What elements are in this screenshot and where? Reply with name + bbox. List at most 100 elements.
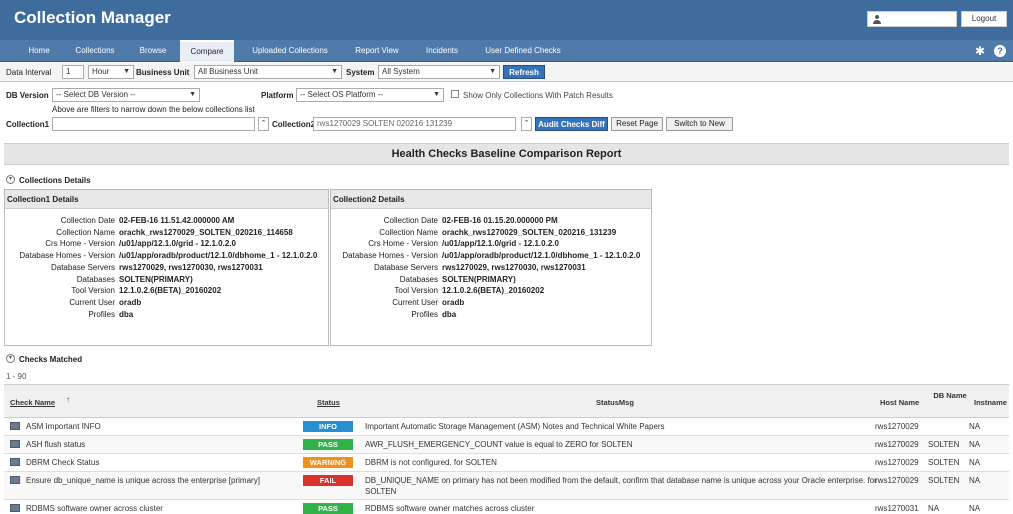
- detail-field-label: Databases: [76, 274, 115, 284]
- column-check-name[interactable]: Check Name: [10, 398, 55, 407]
- check-detail-icon[interactable]: [10, 458, 20, 466]
- app-header: Collection Manager Logout: [0, 0, 1013, 40]
- collection2-label: Collection2: [272, 120, 316, 129]
- help-icon[interactable]: ?: [994, 45, 1006, 57]
- collection2-details-heading: Collection2 Details: [331, 190, 651, 209]
- chevron-down-icon: ▼: [331, 68, 338, 75]
- chevron-down-icon: ▼: [123, 68, 130, 75]
- patch-results-checkbox[interactable]: [451, 90, 459, 98]
- collection1-input[interactable]: [52, 117, 255, 131]
- tab-incidents[interactable]: Incidents: [414, 40, 470, 62]
- table-row[interactable]: DBRM Check Status WARNING DBRM is not conf…: [4, 454, 1009, 472]
- detail-field-label: Tool Version: [394, 286, 438, 296]
- detail-field-label: Profiles: [88, 309, 115, 319]
- collection2-input[interactable]: rws1270029 SOLTEN 020216 131239: [313, 117, 516, 131]
- switch-to-new-button[interactable]: Switch to New: [666, 117, 733, 131]
- reset-page-button[interactable]: Reset Page: [611, 117, 663, 131]
- tab-user-defined-checks[interactable]: User Defined Checks: [476, 40, 570, 62]
- detail-field-value: SOLTEN(PRIMARY): [119, 274, 193, 284]
- check-name: ASM Important INFO: [26, 422, 101, 431]
- tab-compare[interactable]: Compare: [180, 40, 234, 62]
- detail-field-value: 02-FEB-16 01.15.20.000000 PM: [442, 216, 558, 225]
- collection2-details-panel: Collection2 Details Collection Date 02-FE…: [330, 189, 652, 346]
- detail-field-value: orachk_rws1270029_SOLTEN_020216_114658: [119, 227, 293, 237]
- detail-field-label: Collection Name: [379, 227, 438, 237]
- platform-select[interactable]: -- Select OS Platform -- ▼: [296, 88, 444, 102]
- tab-report-view[interactable]: Report View: [345, 40, 409, 62]
- detail-field-label: Current User: [392, 297, 438, 307]
- column-host-name: Host Name: [880, 398, 920, 407]
- detail-field-label: Database Servers: [50, 262, 115, 272]
- table-row[interactable]: ASH flush status PASS AWR_FLUSH_EMERGENCY_…: [4, 436, 1009, 454]
- db-name: SOLTEN: [928, 476, 960, 485]
- collection1-details-panel: Collection1 Details Collection Date 02-FE…: [4, 189, 329, 346]
- table-row[interactable]: RDBMS software owner across cluster PASS R…: [4, 500, 1009, 514]
- status-message-cont: SOLTEN: [365, 487, 397, 496]
- gear-icon[interactable]: ✱: [975, 45, 987, 57]
- tab-home[interactable]: Home: [18, 40, 60, 62]
- check-detail-icon[interactable]: [10, 422, 20, 430]
- chevron-down-icon: ▼: [489, 68, 496, 75]
- system-value: All System: [382, 67, 420, 76]
- status-badge: FAIL: [303, 475, 353, 486]
- detail-field-label: Crs Home - Version: [368, 239, 438, 249]
- inst-name: NA: [969, 476, 981, 485]
- platform-value: -- Select OS Platform --: [300, 90, 384, 99]
- data-interval-label: Data Interval: [6, 68, 52, 77]
- patch-results-label: Show Only Collections With Patch Results: [463, 91, 613, 100]
- detail-field-value: /u01/app/oradb/product/12.1.0/dbhome_1 -…: [442, 251, 641, 261]
- status-badge: PASS: [303, 503, 353, 514]
- status-message: AWR_FLUSH_EMERGENCY_COUNT value is equal…: [365, 440, 633, 449]
- status-message: Important Automatic Storage Management (…: [365, 422, 665, 431]
- check-name: DBRM Check Status: [26, 458, 100, 467]
- business-unit-select[interactable]: All Business Unit ▼: [194, 65, 342, 79]
- db-version-value: -- Select DB Version --: [56, 90, 136, 99]
- table-row[interactable]: ASM Important INFO INFO Important Automati…: [4, 418, 1009, 436]
- detail-field-value: oradb: [119, 297, 142, 307]
- tab-browse[interactable]: Browse: [130, 40, 176, 62]
- status-badge: PASS: [303, 439, 353, 450]
- detail-field-value: dba: [442, 309, 457, 319]
- logout-button[interactable]: Logout: [961, 11, 1007, 27]
- check-detail-icon[interactable]: [10, 440, 20, 448]
- collections-details-title: Collections Details: [19, 176, 91, 185]
- tab-uploaded-collections[interactable]: Uploaded Collections: [240, 40, 340, 62]
- interval-unit-value: Hour: [92, 67, 110, 76]
- refresh-button[interactable]: Refresh: [503, 65, 545, 79]
- db-version-select[interactable]: -- Select DB Version -- ▼: [52, 88, 200, 102]
- status-badge: WARNING: [303, 457, 353, 468]
- collection2-toggle[interactable]: ⌃: [521, 117, 532, 131]
- table-row[interactable]: Ensure db_unique_name is unique across t…: [4, 472, 1009, 500]
- check-detail-icon[interactable]: [10, 504, 20, 512]
- status-message: RDBMS software owner matches across clus…: [365, 504, 535, 513]
- status-message: DB_UNIQUE_NAME on primary has not been m…: [365, 476, 877, 485]
- user-menu[interactable]: [867, 11, 957, 27]
- collection1-details-heading: Collection1 Details: [5, 190, 328, 209]
- collection1-label: Collection1: [6, 120, 50, 129]
- status-message: DBRM is not configured. for SOLTEN: [365, 458, 497, 467]
- tab-collections[interactable]: Collections: [64, 40, 126, 62]
- detail-field-value: rws1270029, rws1270030, rws1270031: [119, 262, 263, 272]
- audit-checks-diff-button[interactable]: Audit Checks Diff: [535, 117, 608, 131]
- app-title: Collection Manager: [14, 8, 171, 27]
- collapse-details-icon[interactable]: ▾: [6, 175, 15, 184]
- db-name: SOLTEN: [928, 440, 960, 449]
- report-title: Health Checks Baseline Comparison Report: [4, 143, 1009, 165]
- detail-field-label: Databases: [399, 274, 438, 284]
- detail-field-value: rws1270029, rws1270030, rws1270031: [442, 262, 586, 272]
- data-interval-input[interactable]: 1: [62, 65, 84, 79]
- detail-field-label: Collection Name: [56, 227, 115, 237]
- detail-field-label: Collection Date: [60, 216, 115, 225]
- detail-field-value: 12.1.0.2.6(BETA)_20160202: [119, 286, 222, 296]
- check-name: Ensure db_unique_name is unique across t…: [26, 476, 260, 485]
- column-status[interactable]: Status: [317, 398, 340, 407]
- interval-unit-select[interactable]: Hour ▼: [88, 65, 134, 79]
- check-name: ASH flush status: [26, 440, 86, 449]
- sort-icon[interactable]: ↑: [66, 395, 70, 404]
- inst-name: NA: [969, 440, 981, 449]
- system-select[interactable]: All System ▼: [378, 65, 500, 79]
- collapse-checks-icon[interactable]: ▾: [6, 354, 15, 363]
- checks-table-header: Check Name ↑ Status StatusMsg Host Name …: [4, 384, 1009, 418]
- collection1-toggle[interactable]: ⌃: [258, 117, 269, 131]
- check-detail-icon[interactable]: [10, 476, 20, 484]
